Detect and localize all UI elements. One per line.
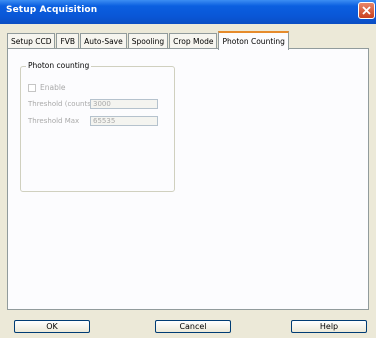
enable-row: Enable: [28, 83, 66, 92]
help-label: Help: [319, 322, 339, 331]
window-title: Setup Acquisition: [6, 5, 98, 15]
enable-label: Enable: [40, 83, 66, 92]
threshold-counts-label: Threshold (counts): [28, 100, 94, 108]
cancel-label: Cancel: [179, 322, 207, 331]
group-label: Photon counting: [26, 61, 92, 70]
tab-photon-counting[interactable]: Photon Counting: [218, 31, 289, 50]
ok-button[interactable]: OK: [14, 320, 90, 333]
threshold-max-input[interactable]: 65535: [90, 116, 158, 126]
threshold-counts-input[interactable]: 3000: [90, 99, 158, 109]
tab-fvb[interactable]: FVB: [56, 33, 80, 49]
tab-auto-save[interactable]: Auto-Save: [80, 33, 127, 49]
photon-counting-panel: Photon counting Enable Threshold (counts…: [7, 48, 369, 310]
setup-acquisition-dialog: Setup Acquisition Setup CCD FVB Auto-Sav…: [0, 0, 376, 338]
title-bar[interactable]: Setup Acquisition: [0, 0, 376, 24]
help-button[interactable]: Help: [291, 320, 367, 333]
tab-setup-ccd[interactable]: Setup CCD: [7, 33, 56, 49]
tab-crop-mode[interactable]: Crop Mode: [169, 33, 218, 49]
tab-strip: Setup CCD FVB Auto-Save Spooling Crop Mo…: [7, 31, 290, 50]
close-button[interactable]: [358, 2, 375, 19]
threshold-max-label: Threshold Max: [28, 117, 80, 125]
cancel-button[interactable]: Cancel: [155, 320, 231, 333]
enable-checkbox[interactable]: [28, 83, 36, 92]
tab-spooling[interactable]: Spooling: [127, 33, 169, 49]
photon-counting-group: Photon counting Enable Threshold (counts…: [20, 61, 175, 192]
ok-label: OK: [46, 322, 58, 331]
close-icon: [362, 6, 371, 15]
